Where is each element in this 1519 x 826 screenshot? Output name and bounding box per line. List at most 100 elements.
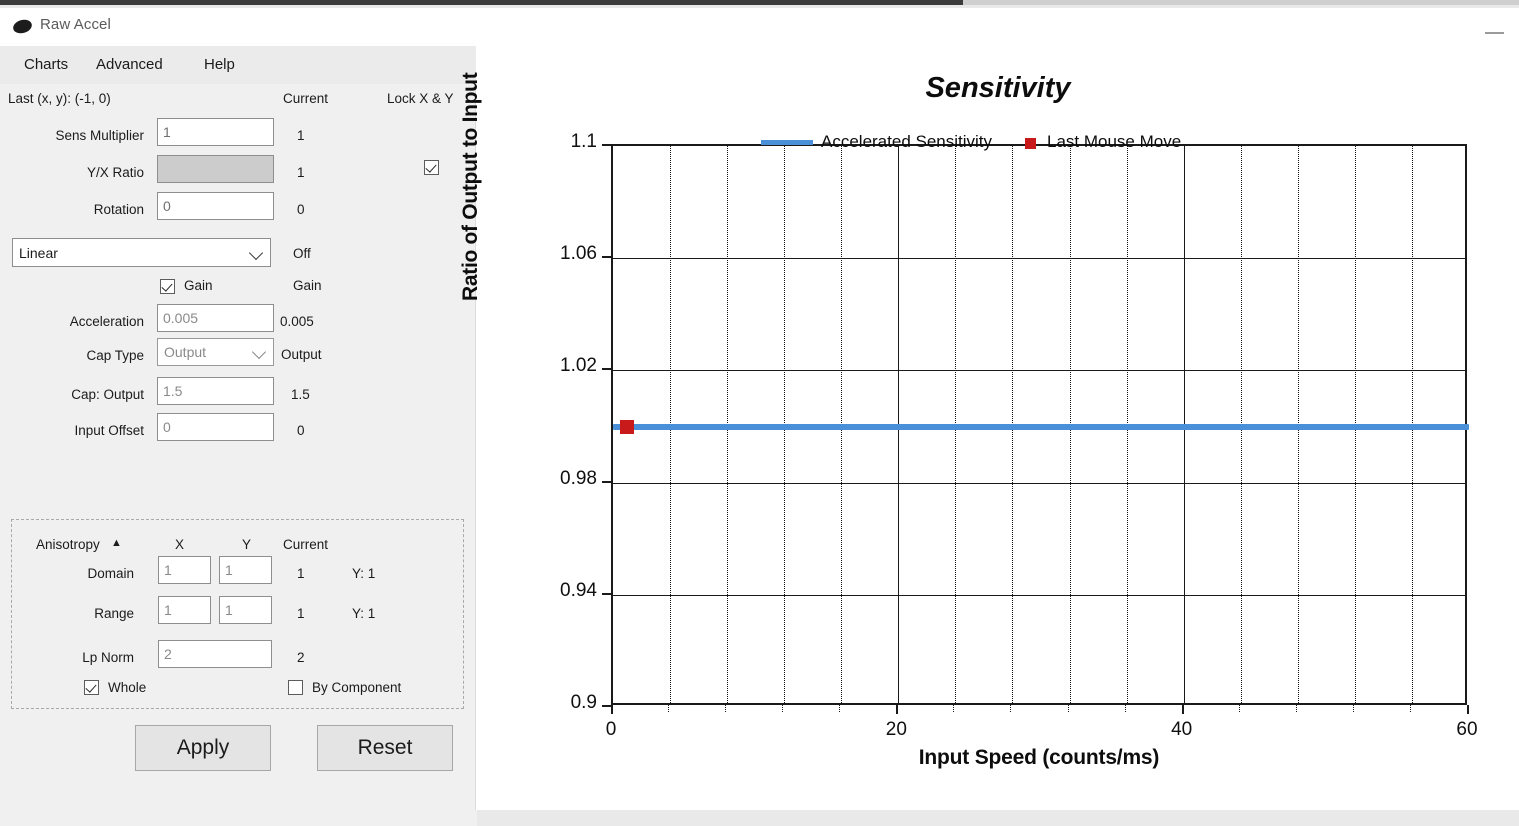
x-tick-mark-minor [1295,705,1297,712]
label-sens-multiplier: Sens Multiplier [55,128,144,143]
current-sens-multiplier: 1 [297,128,305,143]
y-tick-mark [602,480,611,483]
plot-area[interactable] [611,144,1469,705]
input-cap-output[interactable] [157,377,274,405]
label-cap-type: Cap Type [86,348,144,363]
legend-label-accelerated-sensitivity: Accelerated Sensitivity [821,132,993,151]
x-tick-label: 60 [1456,719,1478,740]
input-sens-multiplier[interactable] [157,118,274,146]
reset-button[interactable]: Reset [317,725,453,771]
app-window: Raw Accel Charts Advanced Help Last (x, … [0,0,1519,826]
title-bar: Raw Accel [0,8,1519,46]
gridline-horizontal [613,482,1465,484]
menu-item-charts[interactable]: Charts [17,54,75,75]
x-tick-mark-minor [668,705,670,712]
anisotropy-column-current: Current [283,537,329,552]
current-domain-y: Y: 1 [352,566,376,581]
accel-mode-value: Linear [19,244,58,261]
x-tick-mark-major [1467,705,1469,714]
chart-bottom-filler [477,810,1519,826]
label-cap-output: Cap: Output [71,387,144,402]
anisotropy-expander-icon[interactable]: ▲ [111,537,122,549]
window-title: Raw Accel [40,16,111,33]
input-domain-y[interactable] [219,556,272,584]
y-axis-label: Ratio of Output to Input [459,72,482,301]
settings-panel: Charts Advanced Help Last (x, y): (-1, 0… [0,46,476,810]
current-gain: Gain [293,278,322,293]
series-marker-1 [620,419,635,434]
input-domain-x[interactable] [158,556,211,584]
mouse-icon [11,17,34,36]
label-range: Range [94,606,134,621]
x-tick-mark-minor [839,705,841,712]
y-tick-mark [602,592,611,595]
minimize-button[interactable] [1477,22,1513,44]
dropdown-cap-type[interactable]: Output [157,338,274,366]
current-cap-type: Output [281,347,322,362]
x-tick-label: 20 [885,719,907,740]
column-header-lock-xy: Lock X & Y [387,91,454,106]
current-cap-output: 1.5 [291,387,310,402]
label-lp-norm: Lp Norm [82,650,134,665]
input-input-offset[interactable] [157,413,274,441]
label-gain: Gain [184,278,213,293]
chart-panel: Sensitivity 0.9 0.94 0.98 1.02 1.06 1.1 0 20 40… [459,46,1519,810]
label-by-component: By Component [312,680,402,695]
current-yx-ratio: 1 [297,165,305,180]
label-rotation: Rotation [93,202,144,217]
y-tick-mark [602,705,611,707]
chart-title: Sensitivity [925,72,1071,104]
x-tick-mark-minor [1067,705,1069,712]
input-rotation[interactable] [157,192,274,220]
anisotropy-title: Anisotropy [36,537,100,552]
menu-item-help[interactable]: Help [197,54,242,75]
x-tick-mark-major [611,705,613,714]
checkbox-lock-x-and-y[interactable] [424,160,439,175]
series-line-0 [613,423,1469,430]
current-input-offset: 0 [297,423,305,438]
anisotropy-column-x: X [175,537,185,552]
input-range-y[interactable] [219,596,272,624]
legend-label-last-mouse-move: Last Mouse Move [1047,132,1182,151]
column-header-current: Current [283,91,329,106]
label-input-offset: Input Offset [74,423,144,438]
legend-line-swatch [761,140,813,145]
dropdown-accel-mode[interactable]: Linear [12,238,271,267]
input-acceleration[interactable] [157,304,274,332]
x-axis-label: Input Speed (counts/ms) [918,746,1160,769]
chart-legend: Accelerated Sensitivity Last Mouse Move [747,132,1307,154]
y-tick-label: 0.98 [560,467,597,489]
legend-square-swatch [1025,138,1036,149]
label-whole: Whole [108,680,147,695]
y-tick-label: 0.9 [570,692,597,713]
y-tick-label: 1.02 [560,355,597,377]
checkbox-by-component[interactable] [288,680,303,695]
x-tick-mark-minor [782,705,784,712]
current-range-y: Y: 1 [352,606,376,621]
x-tick-mark-minor [1124,705,1126,712]
checkbox-gain[interactable] [160,279,175,294]
y-tick-label: 0.94 [560,579,597,601]
x-tick-mark-minor [1409,705,1411,712]
anisotropy-column-y: Y [242,537,252,552]
gridline-horizontal [613,370,1465,372]
x-tick-mark-minor [1352,705,1354,712]
input-yx-ratio[interactable] [157,155,274,183]
input-range-x[interactable] [158,596,211,624]
y-tick-label: 1.06 [560,243,597,265]
panel-bottom-filler [0,810,477,826]
x-tick-mark-minor [953,705,955,712]
menu-item-advanced[interactable]: Advanced [89,54,170,75]
gridline-horizontal [613,594,1465,596]
y-tick-mark [602,368,611,371]
input-lp-norm[interactable] [158,640,272,668]
current-acceleration: 0.005 [280,314,314,329]
apply-button[interactable]: Apply [135,725,271,771]
x-tick-label: 40 [1171,719,1193,740]
cap-type-value: Output [164,344,207,360]
current-range: 1 [297,606,305,621]
x-tick-mark-minor [1010,705,1012,712]
checkbox-whole[interactable] [84,680,99,695]
last-mouse-coordinates: Last (x, y): (-1, 0) [8,91,111,106]
y-tick-mark [602,144,611,146]
